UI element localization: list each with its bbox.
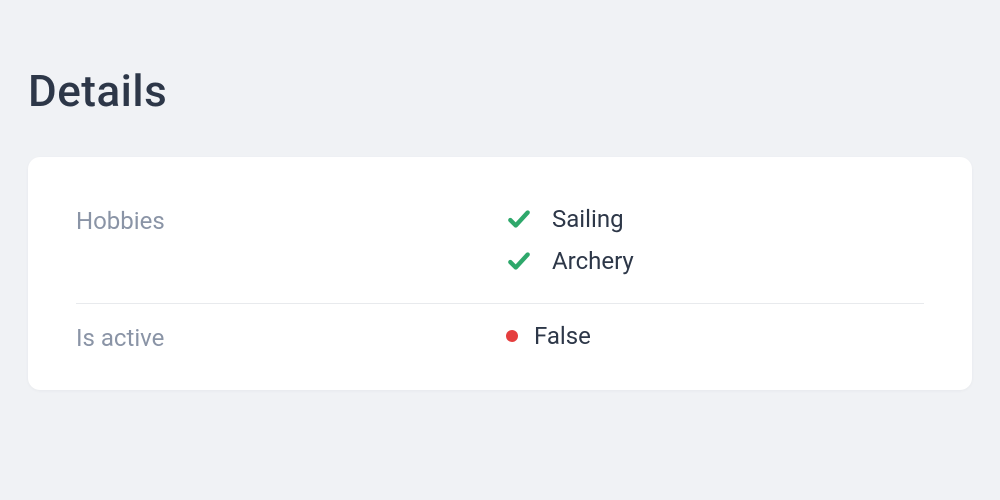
check-icon [506, 248, 532, 274]
field-hobbies: Hobbies Sailing [76, 187, 924, 304]
list-item: Archery [506, 247, 924, 275]
check-icon [506, 206, 532, 232]
field-value-is-active: False [506, 322, 924, 350]
hobby-label: Archery [552, 247, 634, 275]
status-dot-icon [506, 330, 518, 342]
field-is-active: Is active False [76, 304, 924, 380]
details-card: Hobbies Sailing [28, 157, 972, 390]
status-text: False [534, 322, 591, 350]
field-label-is-active: Is active [76, 322, 506, 352]
list-item: Sailing [506, 205, 924, 233]
details-container: Details Hobbies Sailing [0, 0, 1000, 390]
hobbies-list: Sailing Archery [506, 205, 924, 275]
hobby-label: Sailing [552, 205, 624, 233]
status-badge: False [506, 322, 924, 350]
page-title: Details [28, 0, 972, 157]
field-label-hobbies: Hobbies [76, 205, 506, 235]
field-value-hobbies: Sailing Archery [506, 205, 924, 275]
